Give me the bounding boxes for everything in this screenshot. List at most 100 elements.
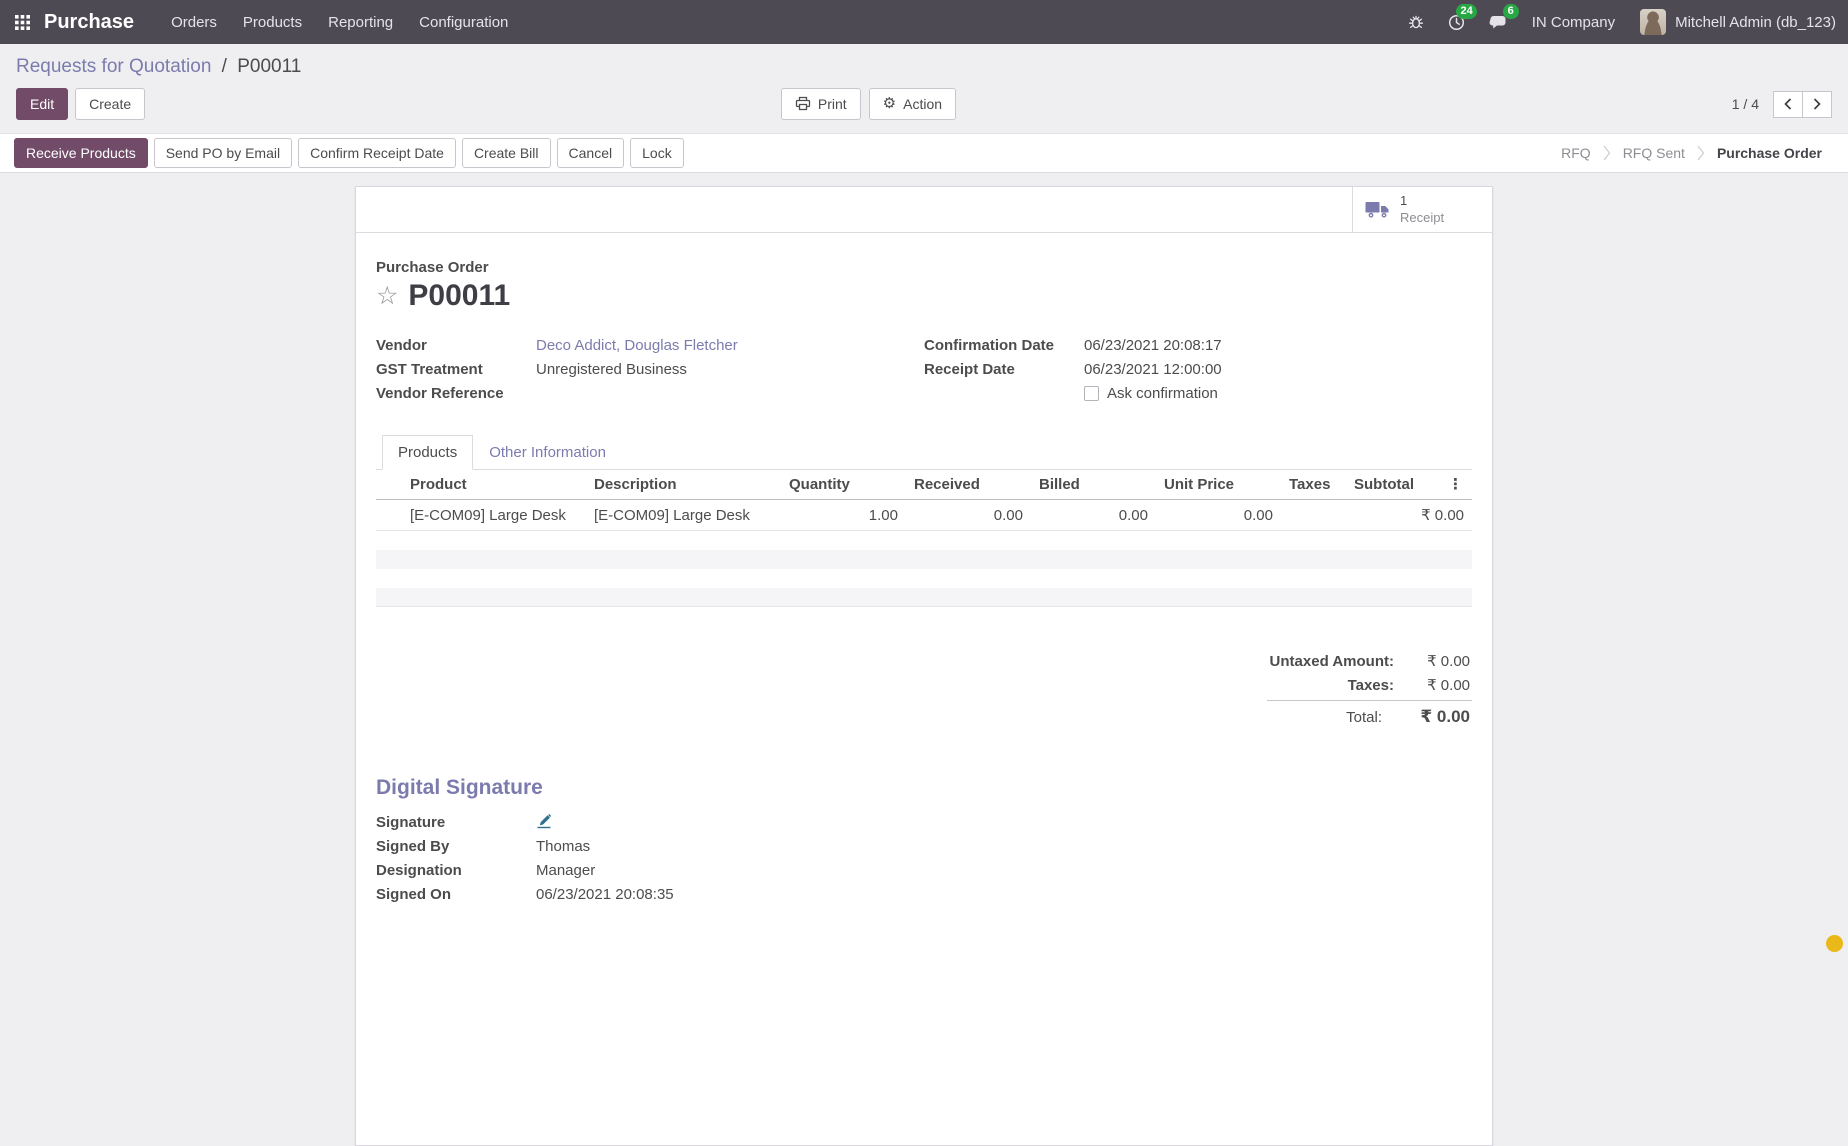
column-header-taxes[interactable]: Taxes — [1281, 470, 1346, 500]
breadcrumb-parent-link[interactable]: Requests for Quotation — [16, 56, 211, 77]
action-button[interactable]: ⚙ Action — [869, 88, 956, 120]
debug-menu-button[interactable] — [1396, 0, 1436, 44]
messages-menu-button[interactable]: 6 — [1477, 0, 1519, 44]
vendor-reference-label: Vendor Reference — [376, 385, 536, 402]
breadcrumb-current: P00011 — [237, 56, 301, 77]
pager-previous-button[interactable] — [1773, 91, 1803, 118]
debug-bug-icon — [1408, 14, 1424, 30]
receipt-stat-button[interactable]: 1 Receipt — [1352, 187, 1492, 232]
statusbar-buttons: Receive Products Send PO by Email Confir… — [14, 138, 684, 168]
activities-menu-button[interactable]: 24 — [1436, 0, 1477, 44]
messages-badge: 6 — [1503, 4, 1519, 19]
vendor-label: Vendor — [376, 337, 536, 354]
user-name: Mitchell Admin (db_123) — [1675, 14, 1836, 31]
tab-products[interactable]: Products — [382, 435, 473, 470]
vendor-reference-field: Vendor Reference — [376, 385, 884, 409]
cell-quantity: 1.00 — [781, 500, 906, 531]
confirm-receipt-date-button[interactable]: Confirm Receipt Date — [298, 138, 456, 168]
signature-pen-icon — [536, 814, 552, 829]
control-panel: Requests for Quotation / P00011 Edit Cre… — [0, 44, 1848, 133]
signed-by-label: Signed By — [376, 838, 536, 855]
total-value: ₹ 0.00 — [1396, 707, 1470, 727]
column-header-billed[interactable]: Billed — [1031, 470, 1156, 500]
designation-field: Designation Manager — [376, 862, 1472, 886]
signature-field: Signature — [376, 814, 1472, 838]
create-button[interactable]: Create — [75, 88, 145, 120]
order-name: P00011 — [408, 279, 510, 313]
untaxed-amount-label: Untaxed Amount: — [1269, 653, 1408, 670]
optional-columns-icon[interactable]: ⋮ — [1448, 475, 1463, 493]
cancel-button[interactable]: Cancel — [557, 138, 625, 168]
signed-on-value: 06/23/2021 20:08:35 — [536, 886, 674, 903]
column-header-quantity[interactable]: Quantity — [781, 470, 906, 500]
ask-confirmation-checkbox[interactable] — [1084, 386, 1099, 401]
column-header-subtotal[interactable]: Subtotal — [1354, 476, 1414, 493]
empty-row — [376, 550, 1472, 569]
vendor-field: Vendor Deco Addict, Douglas Fletcher — [376, 337, 884, 361]
print-label: Print — [818, 94, 847, 114]
create-bill-button[interactable]: Create Bill — [462, 138, 551, 168]
menu-orders[interactable]: Orders — [158, 0, 230, 44]
receipt-count: 1 — [1400, 193, 1407, 209]
gst-treatment-label: GST Treatment — [376, 361, 536, 378]
notebook-tabs: Products Other Information — [376, 435, 1472, 470]
order-line-row[interactable]: [E-COM09] Large Desk [E-COM09] Large Des… — [376, 500, 1472, 531]
apps-grid-icon — [15, 15, 30, 30]
activities-badge: 24 — [1456, 4, 1476, 19]
receipt-date-value: 06/23/2021 12:00:00 — [1084, 361, 1222, 378]
cell-description: [E-COM09] Large Desk — [586, 500, 781, 531]
vendor-value-link[interactable]: Deco Addict, Douglas Fletcher — [536, 337, 738, 354]
field-group: Vendor Deco Addict, Douglas Fletcher GST… — [376, 337, 1472, 409]
company-menu[interactable]: IN Company — [1519, 0, 1628, 44]
signed-on-label: Signed On — [376, 886, 536, 903]
column-header-received[interactable]: Received — [906, 470, 1031, 500]
taxes-label: Taxes: — [1269, 677, 1408, 694]
navbar-right: 24 6 IN Company Mitchell Admin (db_123) — [1396, 0, 1848, 44]
avatar — [1640, 9, 1666, 35]
table-header-row: Product Description Quantity Received Bi… — [376, 470, 1472, 500]
gst-treatment-field: GST Treatment Unregistered Business — [376, 361, 884, 385]
status-step-rfq-sent[interactable]: RFQ Sent — [1611, 145, 1697, 161]
step-chevron-icon — [1697, 145, 1705, 161]
chevron-left-icon — [1784, 98, 1792, 110]
send-po-by-email-button[interactable]: Send PO by Email — [154, 138, 292, 168]
menu-products[interactable]: Products — [230, 0, 315, 44]
taxes-row: Taxes: ₹ 0.00 — [1267, 673, 1472, 697]
print-button[interactable]: Print — [781, 88, 861, 120]
signature-widget[interactable] — [536, 814, 552, 829]
lock-button[interactable]: Lock — [630, 138, 684, 168]
top-navbar: Purchase Orders Products Reporting Confi… — [0, 0, 1848, 44]
total-label: Total: — [1269, 709, 1396, 726]
confirmation-date-value: 06/23/2021 20:08:17 — [1084, 337, 1222, 354]
receive-products-button[interactable]: Receive Products — [14, 138, 148, 168]
untaxed-amount-row: Untaxed Amount: ₹ 0.00 — [1267, 649, 1472, 673]
cell-product: [E-COM09] Large Desk — [376, 500, 586, 531]
receipt-date-label: Receipt Date — [924, 361, 1084, 378]
gst-treatment-value: Unregistered Business — [536, 361, 687, 378]
cell-billed: 0.00 — [1031, 500, 1156, 531]
apps-menu-button[interactable] — [0, 0, 44, 44]
cell-unit-price: 0.00 — [1156, 500, 1281, 531]
pager: 1 / 4 — [1732, 91, 1832, 118]
tab-other-information[interactable]: Other Information — [473, 435, 622, 470]
cell-taxes — [1281, 500, 1346, 531]
menu-reporting[interactable]: Reporting — [315, 0, 406, 44]
app-name[interactable]: Purchase — [44, 0, 158, 44]
favorite-star-icon[interactable]: ☆ — [376, 284, 398, 309]
confirmation-date-label: Confirmation Date — [924, 337, 1084, 354]
column-header-product[interactable]: Product — [376, 470, 586, 500]
status-step-rfq[interactable]: RFQ — [1549, 145, 1603, 161]
column-header-unit-price[interactable]: Unit Price — [1156, 470, 1281, 500]
confirmation-date-field: Confirmation Date 06/23/2021 20:08:17 — [924, 337, 1432, 361]
empty-row — [376, 531, 1472, 550]
user-menu[interactable]: Mitchell Admin (db_123) — [1628, 0, 1848, 44]
untaxed-amount-value: ₹ 0.00 — [1408, 652, 1470, 670]
control-panel-buttons-row: Edit Create Print ⚙ Action 1 / 4 — [16, 87, 1832, 121]
pager-next-button[interactable] — [1802, 91, 1832, 118]
print-icon — [795, 96, 811, 111]
edit-button[interactable]: Edit — [16, 88, 68, 120]
column-header-description[interactable]: Description — [586, 470, 781, 500]
breadcrumb-separator: / — [217, 56, 232, 77]
status-pipeline: RFQ RFQ Sent Purchase Order — [1549, 145, 1834, 161]
menu-configuration[interactable]: Configuration — [406, 0, 521, 44]
